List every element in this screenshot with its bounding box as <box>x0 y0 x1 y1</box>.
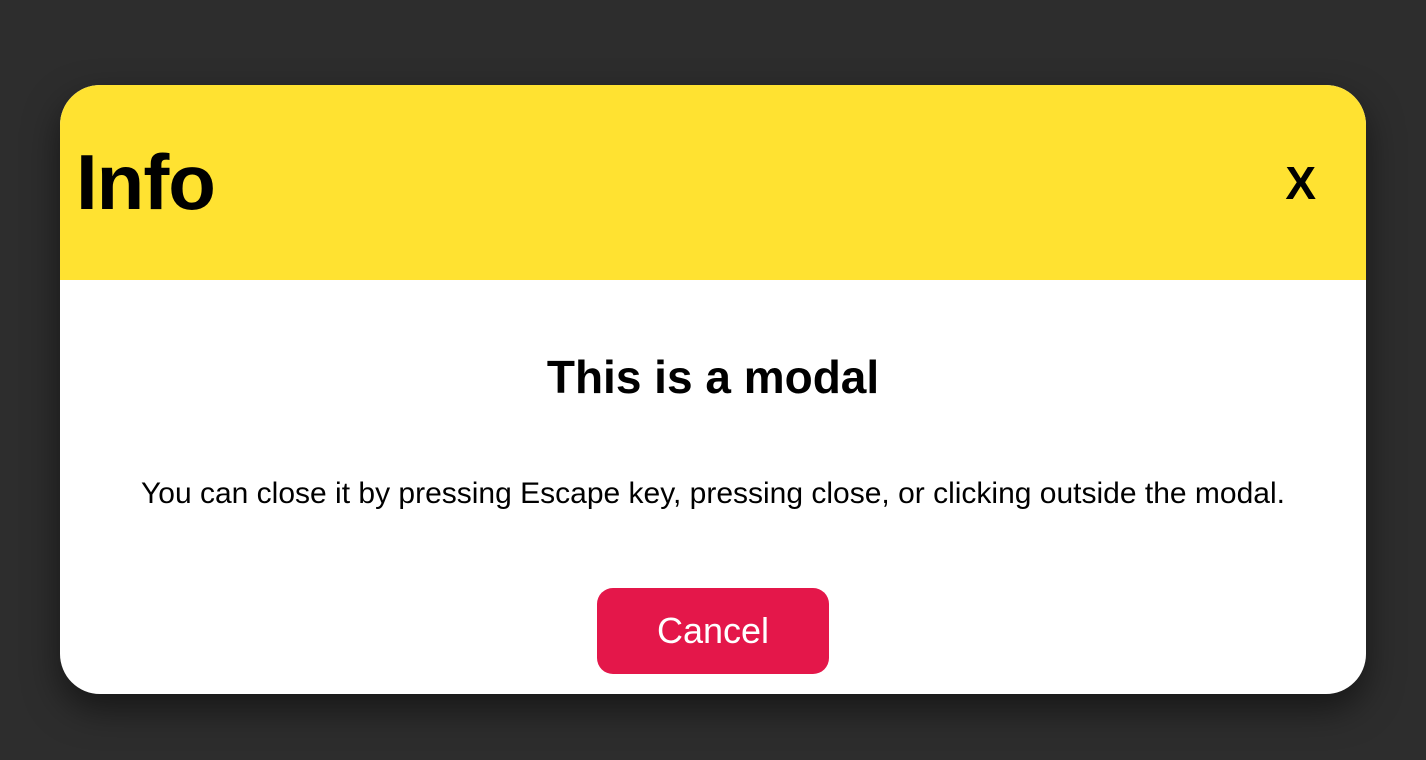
modal-title: Info <box>76 137 215 228</box>
modal-description: You can close it by pressing Escape key,… <box>90 474 1336 513</box>
info-modal: Info X This is a modal You can close it … <box>60 85 1366 694</box>
modal-body: This is a modal You can close it by pres… <box>60 280 1366 694</box>
close-button[interactable]: X <box>1285 160 1316 206</box>
cancel-button[interactable]: Cancel <box>597 588 829 674</box>
modal-header: Info X <box>60 85 1366 280</box>
modal-heading: This is a modal <box>90 350 1336 404</box>
